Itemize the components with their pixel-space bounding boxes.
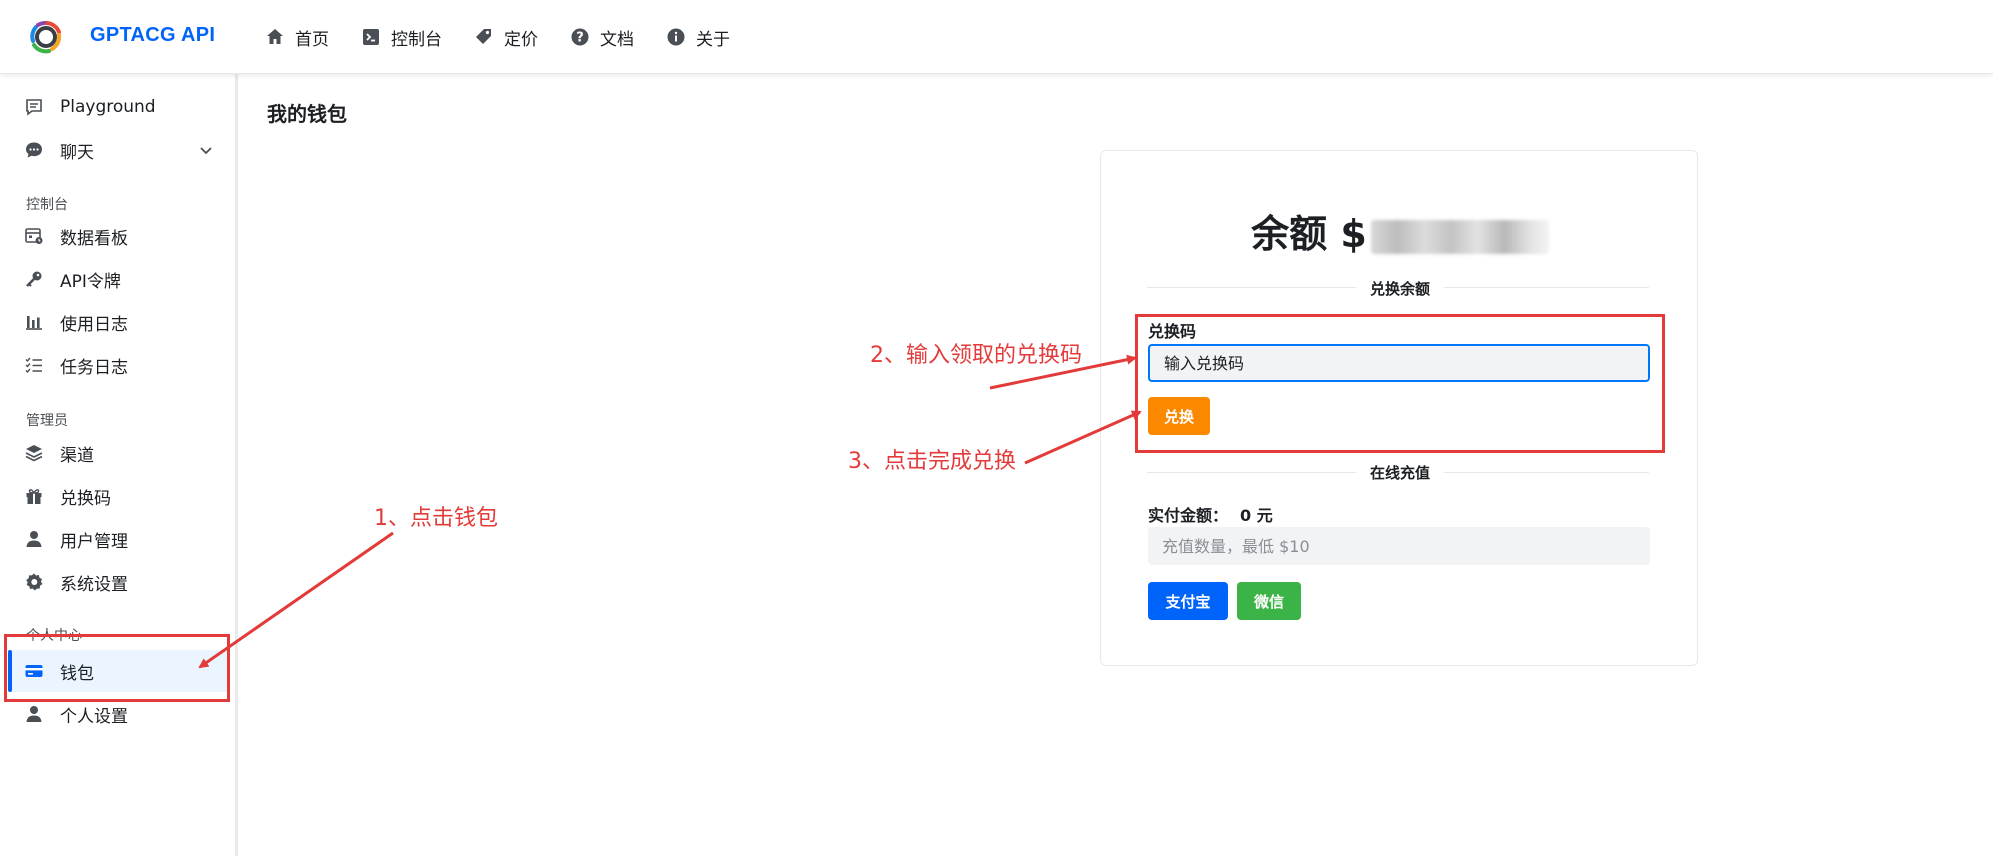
nav-pricing-label: 定价 [504,29,538,50]
dashboard-calendar-icon [24,226,44,246]
alipay-button[interactable]: 支付宝 [1148,582,1228,620]
nav-docs-label: 文档 [600,29,634,50]
annotation-box-redeem [1135,314,1665,453]
nav-about-label: 关于 [696,29,730,50]
nav-home-label: 首页 [295,29,329,50]
balance-value-redacted [1370,219,1549,254]
sidebar-item-task-logs[interactable]: 任务日志 [8,344,230,386]
redeem-section-title: 兑换余额 [1101,278,1699,299]
sidebar-item-label: 聊天 [60,142,94,163]
sidebar-item-label: Playground [60,97,156,117]
annotation-step2: 2、输入领取的兑换码 [870,343,1082,368]
home-icon [267,29,283,44]
svg-text:?: ? [576,31,584,46]
sidebar-item-label: 系统设置 [60,574,128,595]
recharge-amount-input[interactable] [1148,527,1650,565]
chat-bubble-icon [24,140,44,160]
user-icon [24,529,44,549]
sidebar-item-label: API令牌 [60,271,121,292]
top-nav: 首页 控制台 定价 ? 文档 关于 [265,0,762,74]
brand-name[interactable]: GPTACG API [90,24,215,47]
sidebar-group-admin: 管理员 [26,413,68,429]
top-header: GPTACG API 首页 控制台 定价 ? 文档 关于 [0,0,1993,74]
comment-box-icon [24,97,44,117]
online-section-label: 在线充值 [1355,464,1444,482]
wechat-pay-button[interactable]: 微信 [1237,582,1301,620]
sidebar: Playground 聊天 控制台 数据看板 API令牌 使用日志 任务日志 管… [0,74,238,856]
sidebar-item-label: 数据看板 [60,228,128,249]
sidebar-item-channels[interactable]: 渠道 [8,432,230,474]
sidebar-item-label: 兑换码 [60,488,111,509]
pay-amount-value: 0 元 [1240,506,1273,525]
sidebar-item-playground[interactable]: Playground [8,86,230,128]
user-icon [24,704,44,724]
checklist-icon [24,355,44,375]
sidebar-item-api-tokens[interactable]: API令牌 [8,258,230,300]
sidebar-item-label: 用户管理 [60,531,128,552]
nav-console[interactable]: 控制台 [361,25,442,50]
sidebar-item-system-settings[interactable]: 系统设置 [8,561,230,603]
page-title: 我的钱包 [267,102,347,126]
logo-icon[interactable] [28,19,64,55]
pay-amount-row: 实付金额： 0 元 [1148,502,1273,526]
sidebar-item-dashboard[interactable]: 数据看板 [8,215,230,257]
key-icon [24,269,44,289]
annotation-step3: 3、点击完成兑换 [848,449,1016,474]
sidebar-item-label: 任务日志 [60,357,128,378]
nav-docs[interactable]: ? 文档 [570,25,634,50]
layers-icon [24,443,44,463]
pay-amount-label: 实付金额： [1148,506,1229,525]
sidebar-item-chat[interactable]: 聊天 [8,129,230,171]
annotation-box-wallet [4,634,230,702]
sidebar-item-label: 个人设置 [60,706,128,727]
nav-home[interactable]: 首页 [265,25,329,50]
gear-icon [24,572,44,592]
redeem-section-label: 兑换余额 [1355,280,1444,298]
online-section-title: 在线充值 [1101,462,1699,483]
nav-console-label: 控制台 [391,29,442,50]
bar-chart-icon [24,312,44,332]
info-circle-icon [667,28,685,46]
sidebar-item-user-management[interactable]: 用户管理 [8,518,230,560]
sidebar-item-label: 使用日志 [60,314,128,335]
sidebar-item-redeem-codes[interactable]: 兑换码 [8,475,230,517]
balance-label: 余额 $ [1251,212,1367,256]
sidebar-group-console: 控制台 [26,197,68,213]
annotation-step1: 1、点击钱包 [374,506,498,531]
sidebar-item-usage-logs[interactable]: 使用日志 [8,301,230,343]
nav-pricing[interactable]: 定价 [474,25,538,50]
chevron-down-icon[interactable] [198,142,214,158]
gift-icon [24,486,44,506]
terminal-icon [363,29,379,45]
balance-display: 余额 $ [1101,203,1699,258]
tag-icon [476,29,491,44]
sidebar-item-label: 渠道 [60,445,94,466]
question-circle-icon: ? [571,28,589,46]
nav-about[interactable]: 关于 [666,25,730,50]
